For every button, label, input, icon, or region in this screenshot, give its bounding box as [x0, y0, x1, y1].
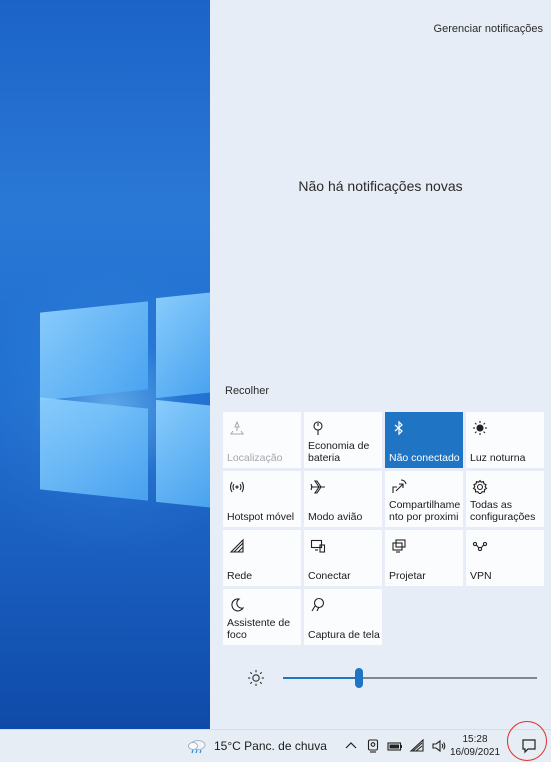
quick-action-tile[interactable]: Captura de tela	[304, 589, 382, 645]
clock-date: 16/09/2021	[449, 747, 501, 758]
connect-icon	[310, 538, 326, 554]
taskbar: 15°C Panc. de chuva 15:28 16/09/2021	[0, 729, 551, 762]
vpn-icon	[472, 538, 488, 554]
airplane-icon	[310, 479, 326, 495]
logo-pane	[40, 397, 148, 501]
quick-action-label: Luz noturna	[470, 452, 526, 464]
quick-action-tile[interactable]: Luz noturna	[466, 412, 544, 468]
no-notifications-message: Não há notificações novas	[298, 178, 463, 194]
quick-action-label: Captura de tela	[308, 629, 380, 641]
location-icon	[229, 420, 245, 436]
manage-notifications-link[interactable]: Gerenciar notificações	[434, 23, 543, 35]
collapse-button[interactable]: Recolher	[225, 385, 269, 397]
quick-action-label: VPN	[470, 570, 492, 582]
quick-action-label: Assistente de foco	[227, 617, 291, 641]
focus-assist-icon	[229, 597, 245, 613]
logo-pane	[156, 291, 210, 399]
quick-action-tile[interactable]: Modo avião	[304, 471, 382, 527]
quick-action-label: Rede	[227, 570, 253, 582]
snip-icon	[310, 597, 326, 613]
wifi-icon[interactable]	[409, 738, 425, 754]
logo-pane	[40, 301, 148, 401]
battery-saver-icon	[310, 420, 326, 436]
weather-label: 15°C Panc. de chuva	[214, 739, 327, 753]
quick-action-tile[interactable]: Não conectado	[385, 412, 463, 468]
quick-action-label: Projetar	[389, 570, 426, 582]
quick-action-label: Modo avião	[308, 511, 363, 523]
windows-logo	[40, 291, 210, 509]
brightness-icon	[247, 669, 265, 687]
quick-action-label: Não conectado	[389, 452, 460, 464]
quick-action-tile[interactable]: Localização	[223, 412, 301, 468]
notification-center-button[interactable]	[519, 736, 539, 756]
quick-action-label: Compartilhame nto por proximi	[389, 499, 461, 523]
desktop-wallpaper	[0, 0, 210, 729]
brightness-fill	[283, 677, 360, 679]
logo-pane	[156, 399, 210, 509]
network-icon	[229, 538, 245, 554]
nearby-sharing-icon	[391, 479, 407, 495]
quick-action-tile[interactable]: Hotspot móvel	[223, 471, 301, 527]
quick-action-tile[interactable]: Rede	[223, 530, 301, 586]
notification-icon	[522, 739, 536, 754]
volume-icon[interactable]	[431, 738, 447, 754]
quick-action-label: Todas as configurações	[470, 499, 536, 523]
chevron-up-icon[interactable]	[343, 738, 359, 754]
system-tray	[343, 738, 453, 754]
webcam-icon[interactable]	[365, 738, 381, 754]
quick-action-tile[interactable]: Compartilhame nto por proximi	[385, 471, 463, 527]
quick-action-label: Localização	[227, 452, 283, 464]
bluetooth-icon	[391, 420, 407, 436]
quick-action-tile[interactable]: VPN	[466, 530, 544, 586]
mobile-hotspot-icon	[229, 479, 245, 495]
clock[interactable]: 15:28 16/09/2021	[446, 733, 504, 759]
action-center: Gerenciar notificações Não há notificaçõ…	[210, 0, 551, 729]
clock-time: 15:28	[462, 734, 488, 745]
weather-widget[interactable]: 15°C Panc. de chuva	[186, 737, 327, 755]
night-light-icon	[472, 420, 488, 436]
brightness-slider-thumb[interactable]	[355, 668, 364, 688]
quick-action-label: Economia de bateria	[308, 440, 370, 464]
quick-action-label: Conectar	[308, 570, 351, 582]
brightness-control	[247, 668, 537, 688]
quick-action-label: Hotspot móvel	[227, 511, 295, 523]
weather-cloud-rain-icon	[188, 740, 206, 754]
quick-action-tile[interactable]: Projetar	[385, 530, 463, 586]
project-icon	[391, 538, 407, 554]
quick-actions-grid: Localização Economia de bateria Não conect…	[223, 412, 544, 645]
quick-action-tile[interactable]: Conectar	[304, 530, 382, 586]
quick-action-tile[interactable]: Todas as configurações	[466, 471, 544, 527]
settings-icon	[472, 479, 488, 495]
quick-action-tile[interactable]: Assistente de foco	[223, 589, 301, 645]
quick-action-tile[interactable]: Economia de bateria	[304, 412, 382, 468]
battery-icon[interactable]	[387, 738, 403, 754]
